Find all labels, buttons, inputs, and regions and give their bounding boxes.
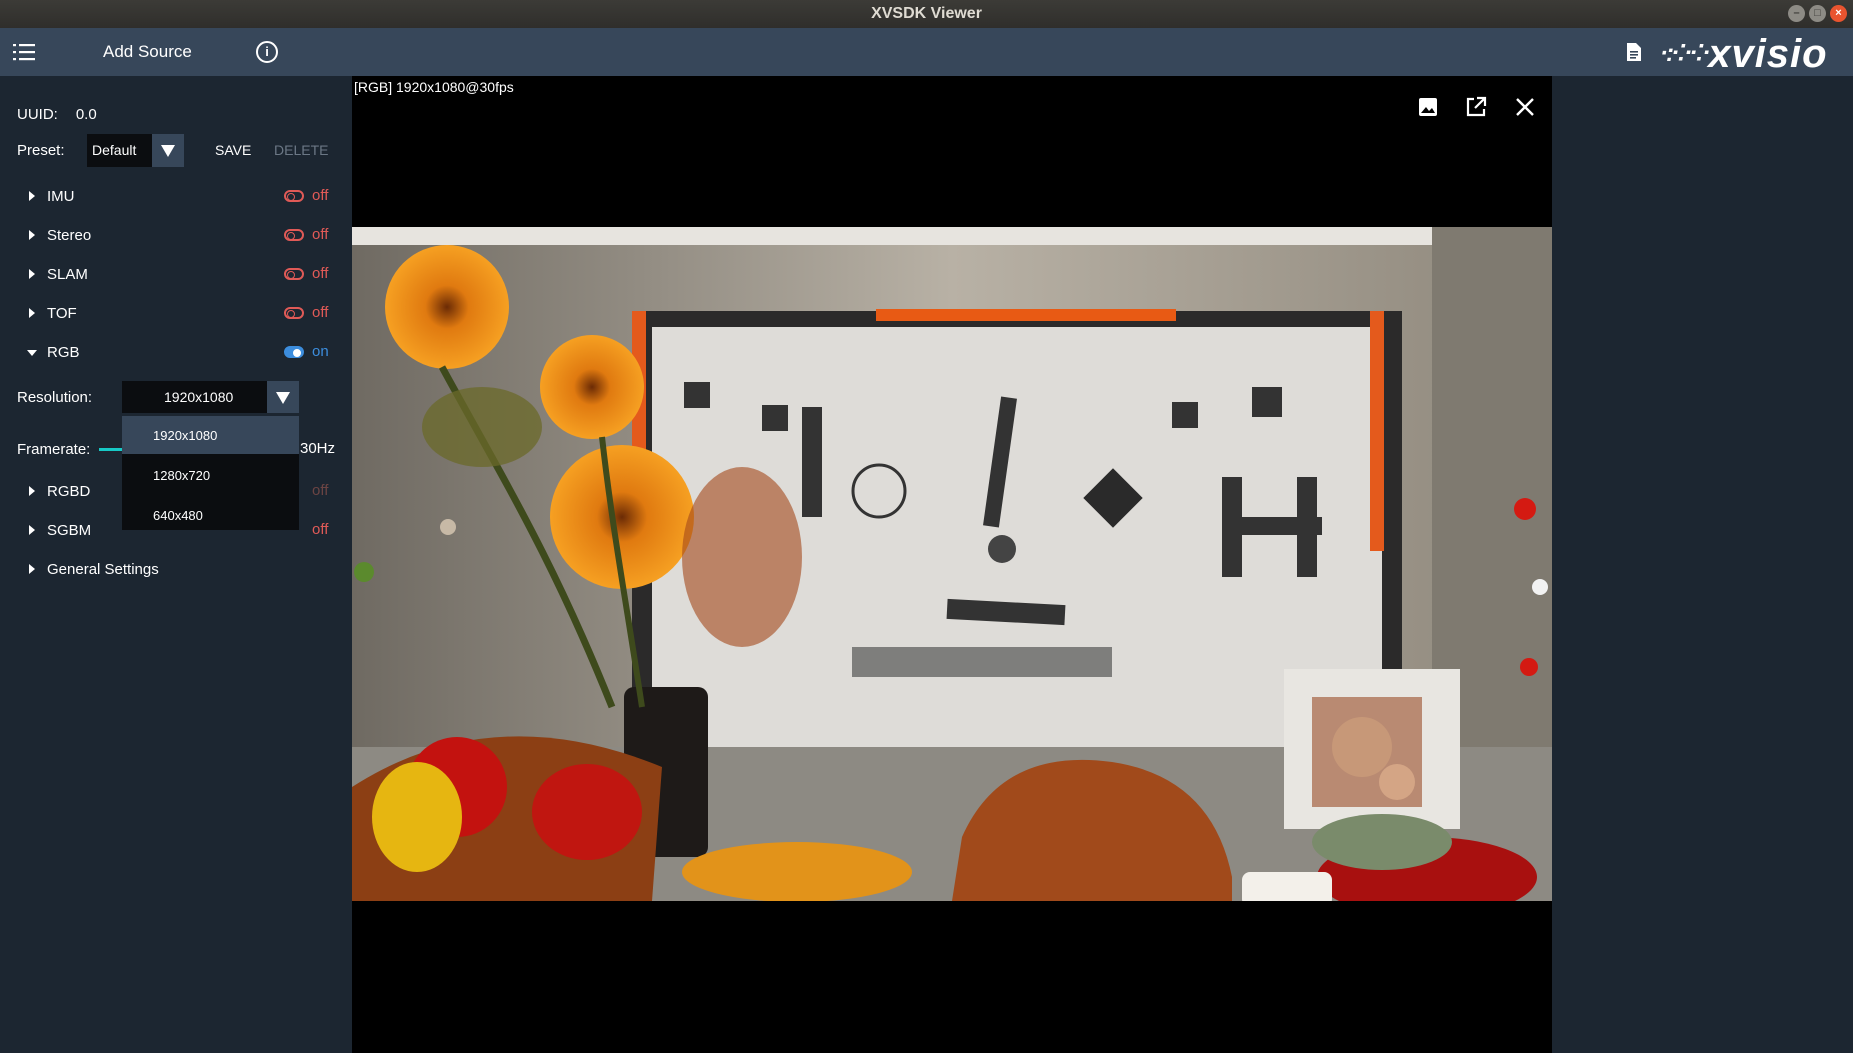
stereo-toggle[interactable] [284, 229, 304, 241]
framerate-slider[interactable] [99, 448, 123, 451]
toggle-state: off [312, 187, 329, 204]
window-title: XVSDK Viewer [871, 5, 982, 22]
expand-arrow-icon[interactable] [29, 308, 35, 318]
resolution-select[interactable]: 1920x1080 [122, 381, 299, 413]
resolution-option[interactable]: 1920x1080 [122, 416, 299, 454]
section-general-settings[interactable]: General Settings [0, 556, 352, 586]
delete-button[interactable]: DELETE [274, 142, 328, 158]
chevron-down-icon [161, 145, 175, 157]
close-icon[interactable] [1512, 94, 1538, 120]
save-button[interactable]: SAVE [215, 142, 251, 158]
resolution-option[interactable]: 1280x720 [122, 456, 299, 494]
resolution-dropdown-button[interactable] [267, 381, 299, 413]
preset-label: Preset: [17, 142, 65, 159]
settings-sidebar: UUID: 0.0 Preset: Default SAVE DELETE IMU… [0, 76, 352, 1053]
toggle-state: off [312, 482, 329, 499]
uuid-row: UUID: 0.0 [17, 106, 97, 123]
framerate-value: 30Hz [300, 440, 336, 457]
expand-arrow-icon[interactable] [29, 269, 35, 279]
expand-arrow-icon[interactable] [29, 230, 35, 240]
logo-text: xvisio [1708, 32, 1828, 76]
right-empty-pane [1552, 76, 1853, 1053]
tof-toggle[interactable] [284, 307, 304, 319]
section-imu[interactable]: IMU off [0, 183, 352, 213]
imu-toggle[interactable] [284, 190, 304, 202]
toggle-state: off [312, 226, 329, 243]
expand-arrow-icon[interactable] [29, 525, 35, 535]
section-tof[interactable]: TOF off [0, 300, 352, 330]
preset-dropdown-button[interactable] [152, 134, 184, 167]
section-label: SGBM [47, 522, 92, 539]
popout-window-icon[interactable] [1463, 94, 1489, 120]
camera-frame [352, 227, 1552, 901]
xvisio-logo: ·:⁘⁘xvisio [1660, 32, 1828, 76]
expand-arrow-icon[interactable] [29, 486, 35, 496]
toolbar: Add Source i ·:⁘⁘xvisio [0, 28, 1853, 76]
section-slam[interactable]: SLAM off [0, 261, 352, 291]
section-label: SLAM [47, 266, 88, 283]
uuid-value: 0.0 [75, 106, 97, 123]
framerate-label: Framerate: [17, 441, 91, 458]
section-label: Stereo [47, 227, 92, 244]
resolution-dropdown-menu: 1920x1080 1280x720 640x480 [122, 416, 299, 530]
resolution-value: 1920x1080 [164, 389, 234, 405]
window-close-icon[interactable]: × [1830, 5, 1847, 22]
snapshot-image-icon[interactable] [1415, 94, 1441, 120]
maximize-icon[interactable]: □ [1809, 5, 1826, 22]
document-icon[interactable] [1626, 42, 1642, 62]
slam-toggle[interactable] [284, 268, 304, 280]
add-source-button[interactable]: Add Source [103, 42, 192, 62]
window-controls: – □ × [1788, 5, 1847, 22]
section-label: TOF [47, 305, 77, 322]
section-rgb[interactable]: RGB on [0, 339, 352, 369]
toggle-state: off [312, 521, 329, 538]
camera-scene-image [352, 227, 1552, 901]
section-stereo[interactable]: Stereo off [0, 222, 352, 252]
section-label: RGBD [47, 483, 91, 500]
chevron-down-icon [276, 392, 290, 404]
hamburger-list-icon[interactable] [13, 43, 35, 61]
collapse-arrow-icon[interactable] [27, 350, 37, 356]
preset-value: Default [92, 142, 137, 158]
toggle-state: on [312, 343, 329, 360]
toggle-state: off [312, 304, 329, 321]
section-label: General Settings [47, 561, 159, 578]
minimize-icon[interactable]: – [1788, 5, 1805, 22]
rgb-toggle[interactable] [284, 346, 304, 358]
info-icon[interactable]: i [256, 41, 278, 63]
expand-arrow-icon[interactable] [29, 564, 35, 574]
section-label: IMU [47, 188, 75, 205]
section-label: RGB [47, 344, 80, 361]
toggle-state: off [312, 265, 329, 282]
resolution-option[interactable]: 640x480 [122, 496, 299, 534]
window-titlebar: XVSDK Viewer – □ × [0, 0, 1853, 28]
rgb-stream-viewer: [RGB] 1920x1080@30fps [352, 76, 1552, 1053]
resolution-label: Resolution: [17, 389, 93, 406]
expand-arrow-icon[interactable] [29, 191, 35, 201]
uuid-label: UUID: [17, 106, 58, 123]
preset-select[interactable]: Default [87, 134, 184, 167]
stream-label: [RGB] 1920x1080@30fps [354, 79, 514, 95]
